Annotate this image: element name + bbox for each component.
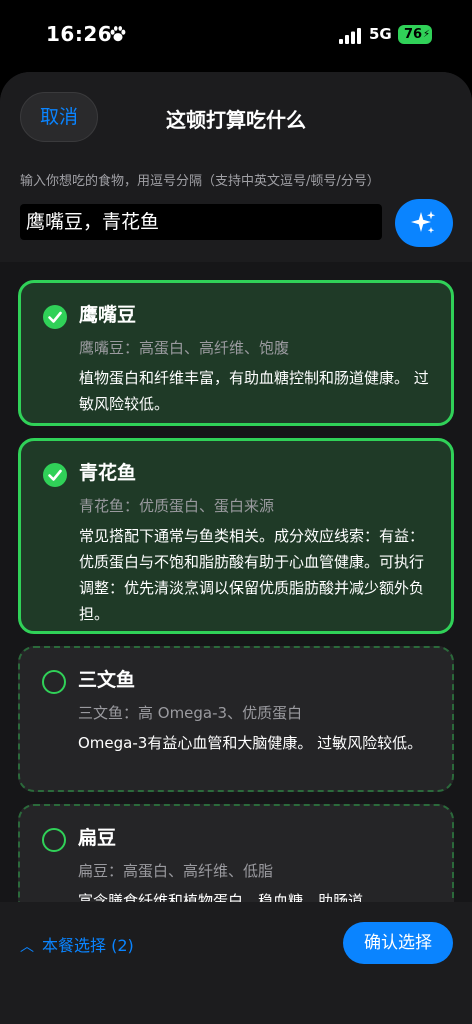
food-tags: 鹰嘴豆：高蛋白、高纤维、饱腹	[79, 339, 290, 357]
sheet-footer: ︿ 本餐选择 (2) 确认选择	[0, 904, 472, 1024]
food-picker-sheet: 取消 这顿打算吃什么 输入你想吃的食物，用逗号分隔（支持中英文逗号/顿号/分号）…	[0, 72, 472, 1024]
unchecked-circle-icon	[42, 828, 66, 852]
analyze-button[interactable]	[395, 199, 453, 247]
food-tags: 三文鱼：高 Omega-3、优质蛋白	[78, 704, 303, 722]
food-name: 扁豆	[78, 827, 117, 849]
signal-icon	[339, 28, 361, 44]
food-name: 鹰嘴豆	[79, 304, 137, 326]
checkmark-icon	[43, 305, 67, 329]
meal-selection-toggle[interactable]: ︿ 本餐选择 (2)	[20, 932, 134, 956]
food-name: 三文鱼	[78, 669, 136, 691]
food-description: Omega-3有益心血管和大脑健康。 过敏风险较低。	[78, 734, 423, 752]
charging-bolt-icon: ⚡	[422, 29, 430, 40]
food-card[interactable]: 三文鱼 三文鱼：高 Omega-3、优质蛋白 Omega-3有益心血管和大脑健康…	[18, 646, 454, 792]
food-tags: 青花鱼：优质蛋白、蛋白来源	[79, 497, 275, 515]
input-hint: 输入你想吃的食物，用逗号分隔（支持中英文逗号/顿号/分号）	[20, 174, 380, 189]
food-tags: 扁豆：高蛋白、高纤维、低脂	[78, 862, 274, 880]
food-description: 富含膳食纤维和植物蛋白，稳血糖、助肠道	[78, 892, 364, 902]
food-card[interactable]: 青花鱼 青花鱼：优质蛋白、蛋白来源 常见搭配下通常与鱼类相关。成分效应线索：有益…	[18, 438, 454, 634]
food-description: 植物蛋白和纤维丰富，有助血糖控制和肠道健康。 过敏风险较低。	[79, 369, 429, 413]
paw-icon	[110, 26, 126, 42]
food-list: 鹰嘴豆 鹰嘴豆：高蛋白、高纤维、饱腹 植物蛋白和纤维丰富，有助血糖控制和肠道健康…	[0, 262, 472, 902]
battery-indicator: 76 ⚡	[398, 25, 432, 44]
food-card[interactable]: 鹰嘴豆 鹰嘴豆：高蛋白、高纤维、饱腹 植物蛋白和纤维丰富，有助血糖控制和肠道健康…	[18, 280, 454, 426]
food-description: 常见搭配下通常与鱼类相关。成分效应线索：有益：优质蛋白与不饱和脂肪酸有助于心血管…	[79, 527, 425, 623]
status-bar: 16:26 5G 76 ⚡	[0, 0, 472, 70]
sparkle-icon	[411, 211, 436, 234]
status-time: 16:26	[46, 22, 113, 46]
unchecked-circle-icon	[42, 670, 66, 694]
sheet-title: 这顿打算吃什么	[166, 108, 306, 132]
food-name: 青花鱼	[79, 462, 137, 484]
checkmark-icon	[43, 463, 67, 487]
sheet-header: 取消 这顿打算吃什么 输入你想吃的食物，用逗号分隔（支持中英文逗号/顿号/分号）…	[0, 72, 472, 262]
battery-level: 76	[403, 27, 423, 42]
chevron-up-icon: ︿	[20, 939, 34, 955]
food-input[interactable]: 鹰嘴豆，青花鱼	[20, 204, 382, 240]
network-type: 5G	[369, 25, 392, 43]
food-card[interactable]: 扁豆 扁豆：高蛋白、高纤维、低脂 富含膳食纤维和植物蛋白，稳血糖、助肠道	[18, 804, 454, 902]
meal-selection-label: 本餐选择 (2)	[42, 936, 134, 955]
confirm-button[interactable]: 确认选择	[343, 922, 453, 964]
